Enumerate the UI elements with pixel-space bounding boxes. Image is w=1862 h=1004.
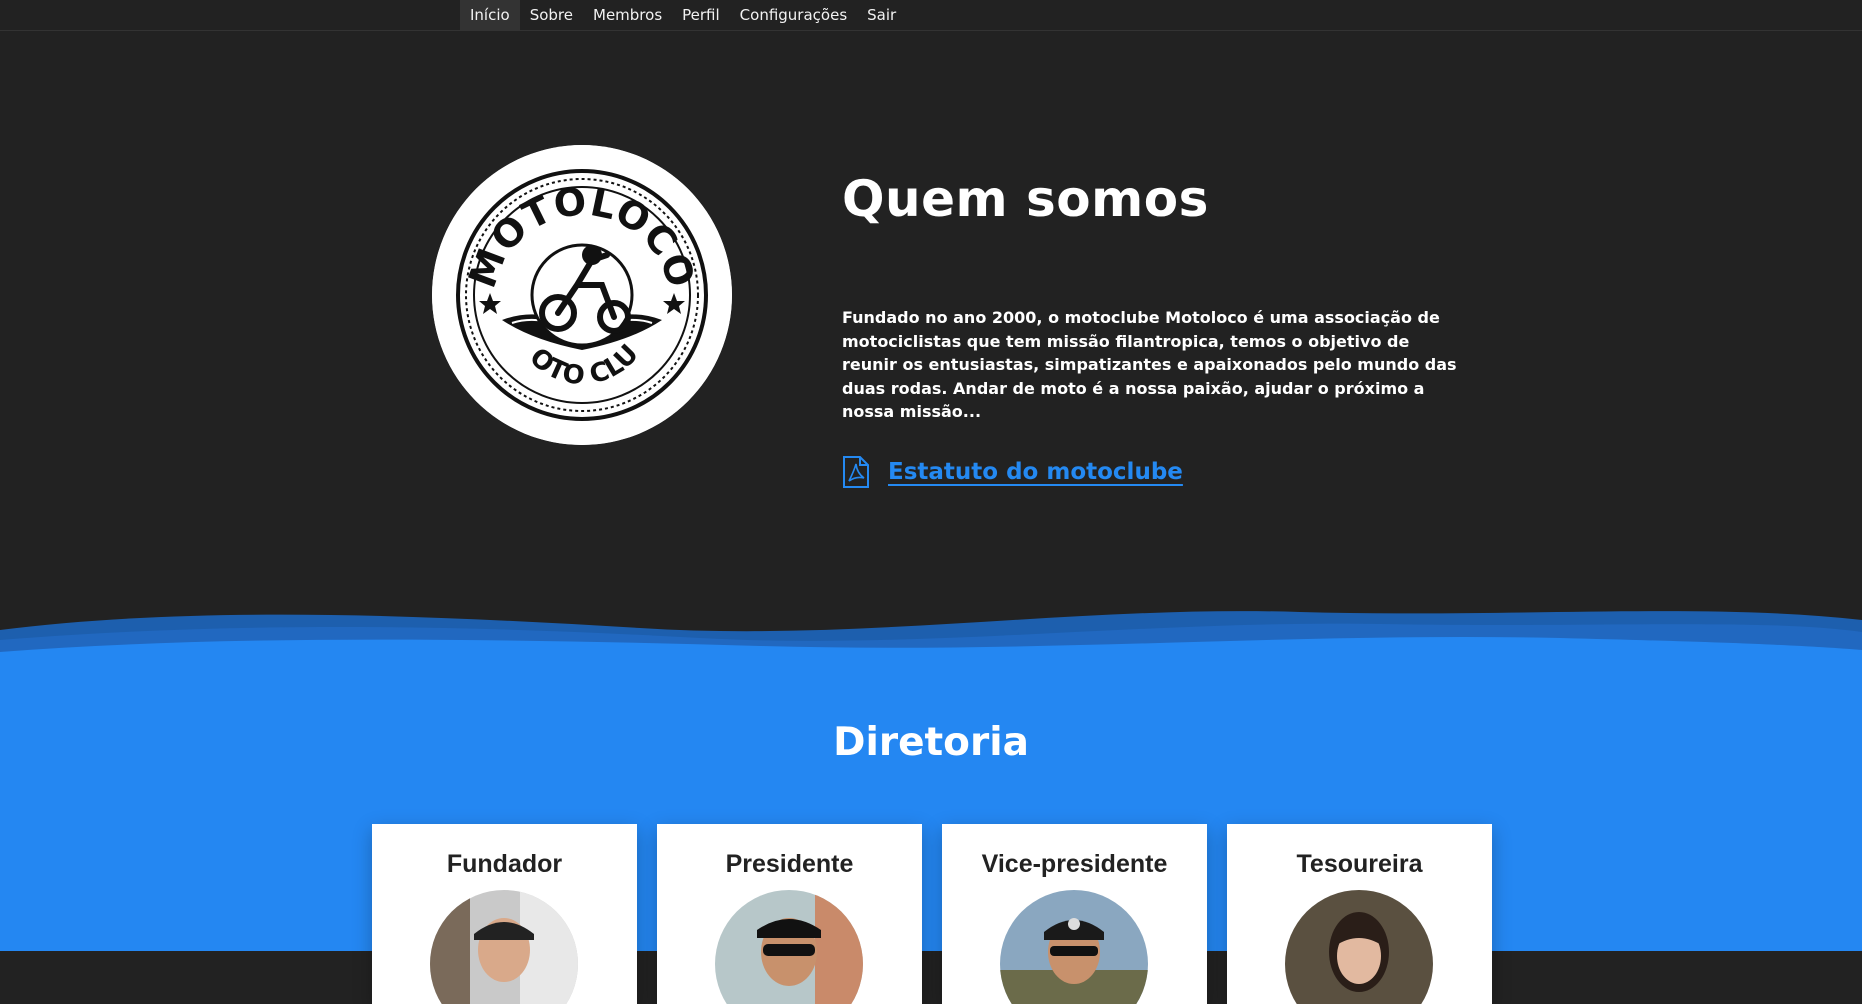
avatar <box>430 890 578 1004</box>
member-role: Vice-presidente <box>981 850 1168 878</box>
member-role: Presidente <box>725 850 854 878</box>
nav-item-membros[interactable]: Membros <box>583 0 672 30</box>
bylaws-link-label[interactable]: Estatuto do motoclube <box>888 459 1183 485</box>
bylaws-link[interactable]: Estatuto do motoclube <box>842 456 1183 488</box>
board-title: Diretoria <box>833 720 1029 765</box>
nav-item-sobre[interactable]: Sobre <box>520 0 583 30</box>
member-card-tesoureira[interactable]: Tesoureira <box>1227 824 1492 1004</box>
avatar <box>1285 890 1433 1004</box>
member-card-vice-presidente[interactable]: Vice-presidente <box>942 824 1207 1004</box>
nav-item-inicio[interactable]: Início <box>460 0 520 30</box>
member-role: Tesoureira <box>1296 850 1423 878</box>
nav-item-perfil[interactable]: Perfil <box>672 0 730 30</box>
top-navbar: Início Sobre Membros Perfil Configuraçõe… <box>0 0 1862 31</box>
nav-item-configuracoes[interactable]: Configurações <box>730 0 857 30</box>
avatar <box>1000 890 1148 1004</box>
nav-item-sair[interactable]: Sair <box>857 0 906 30</box>
avatar <box>715 890 863 1004</box>
hero-description: Fundado no ano 2000, o motoclube Motoloc… <box>842 308 1457 421</box>
member-card-fundador[interactable]: Fundador <box>372 824 637 1004</box>
motoclub-logo: MOTOLOCO MOTO CLUB <box>432 145 732 445</box>
member-role: Fundador <box>446 850 563 878</box>
hero-title: Quem somos <box>842 170 1209 228</box>
member-card-presidente[interactable]: Presidente <box>657 824 922 1004</box>
pdf-file-icon <box>842 456 870 488</box>
nav-menu: Início Sobre Membros Perfil Configuraçõe… <box>460 0 906 30</box>
board-cards: Fundador Presidente Vice-presidente Teso… <box>372 824 1492 1004</box>
